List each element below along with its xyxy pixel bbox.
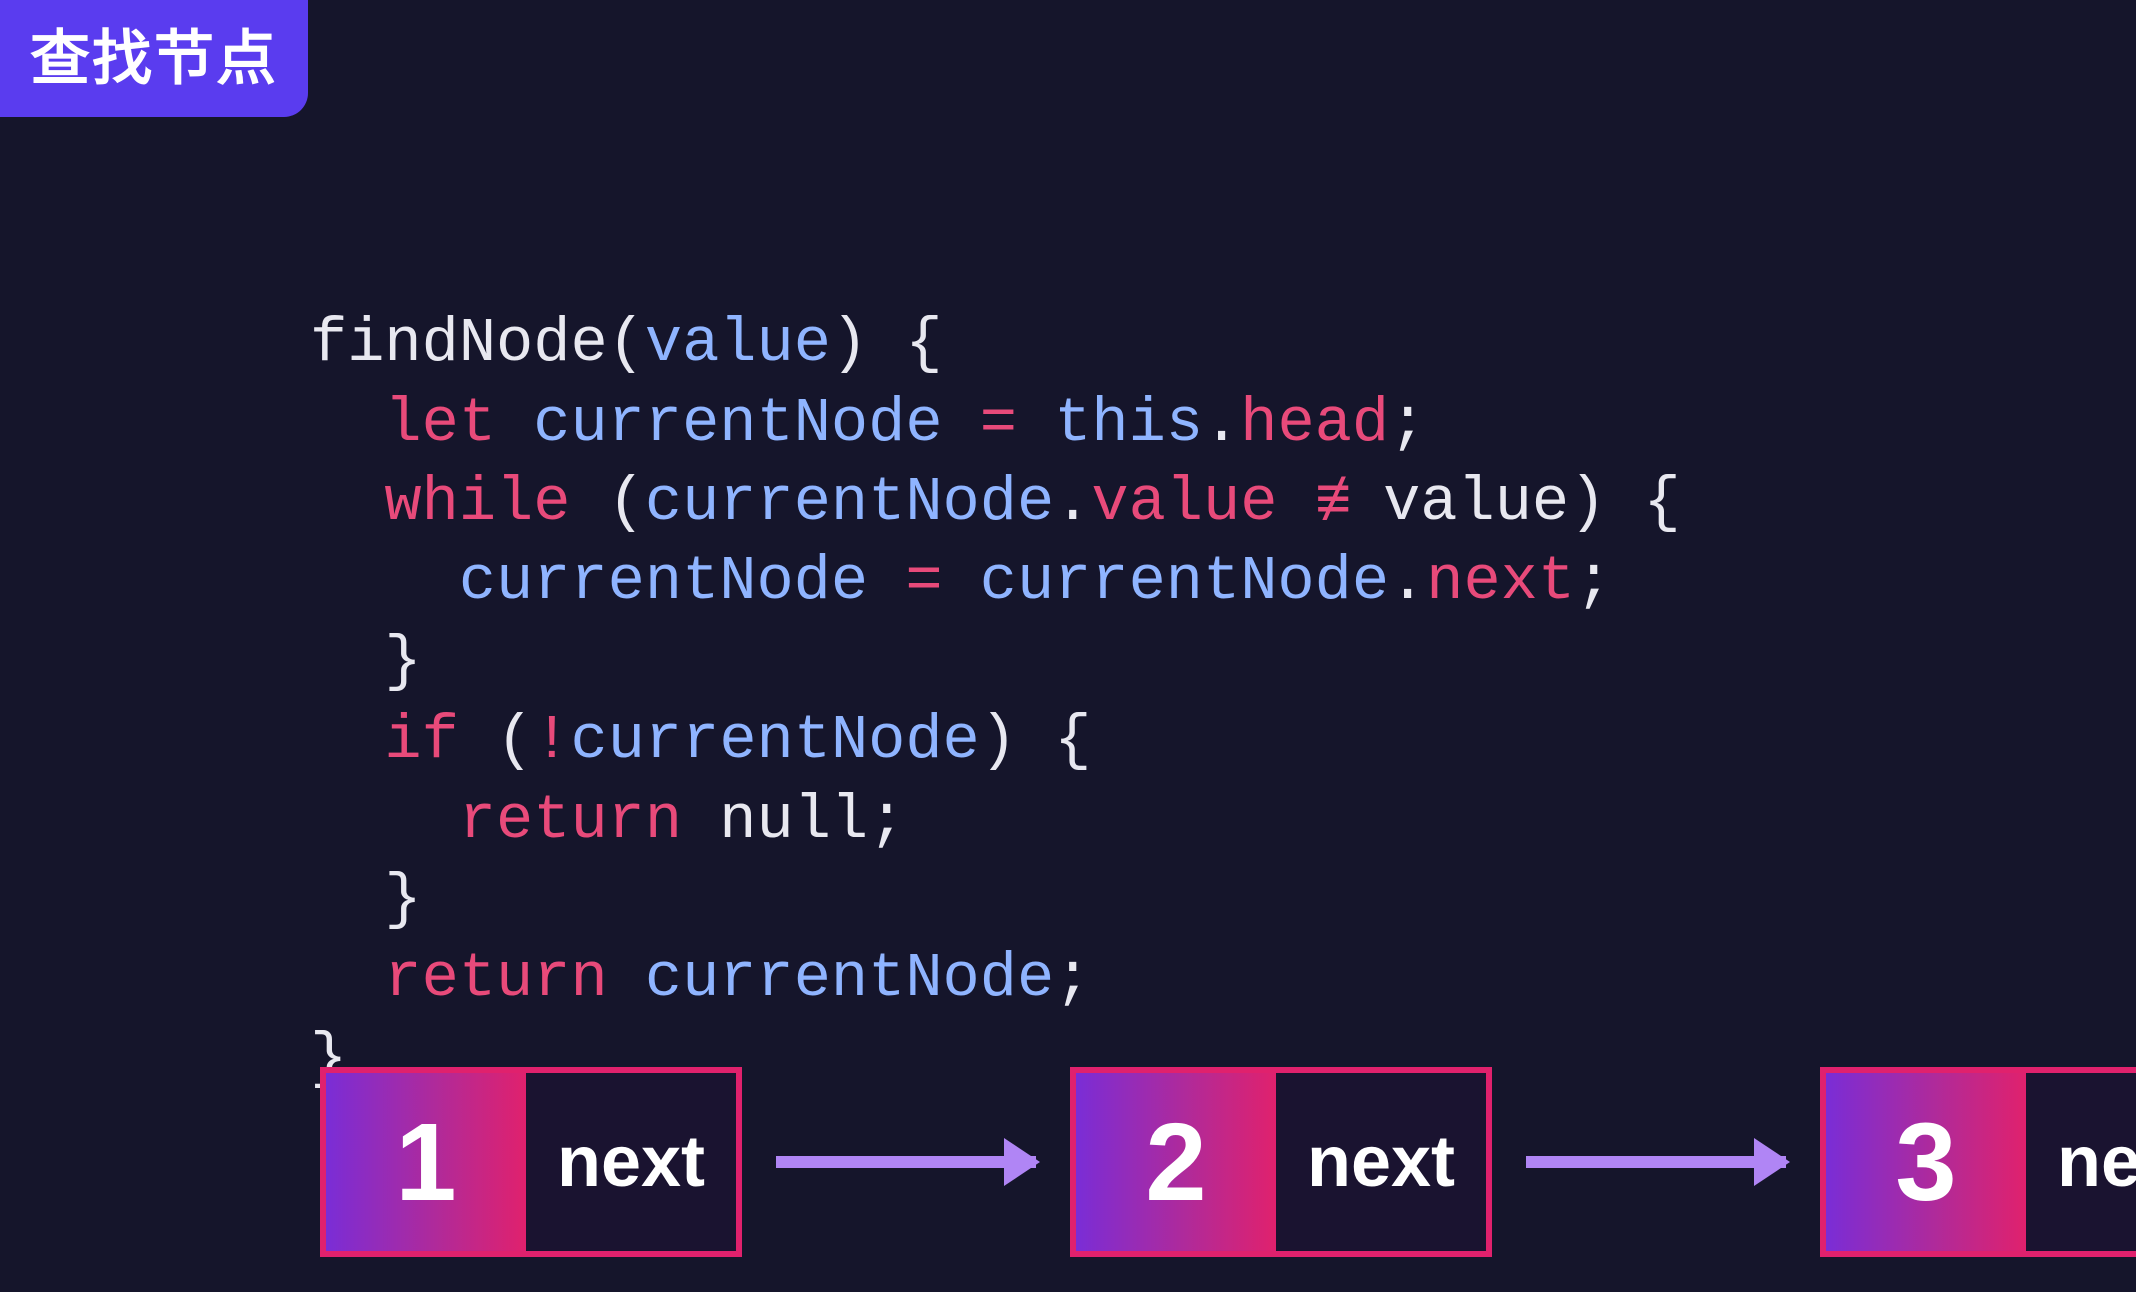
node-next-label: next (2026, 1073, 2136, 1251)
node-next-label: next (1276, 1073, 1486, 1251)
code-semi: ; (1054, 943, 1091, 1014)
list-node: 1 next (320, 1067, 742, 1257)
code-semi: ; (1575, 546, 1612, 617)
code-var: currentNode (533, 388, 942, 459)
node-next-label: next (526, 1073, 736, 1251)
code-punct: ) (980, 705, 1017, 776)
code-punct: ( (608, 467, 645, 538)
list-node: 3 next (1820, 1067, 2136, 1257)
code-op-bang: ! (533, 705, 570, 776)
code-punct: ) (1569, 467, 1606, 538)
code-value-ref: value (1383, 467, 1569, 538)
header-tab: 查找节点 (0, 0, 308, 117)
code-keyword-let: let (384, 388, 496, 459)
code-keyword-return: return (459, 785, 682, 856)
arrow-icon (776, 1156, 1036, 1168)
code-var: currentNode (645, 943, 1054, 1014)
code-null: null (719, 785, 868, 856)
code-prop-next: next (1426, 546, 1575, 617)
code-op-eq: = (905, 546, 942, 617)
code-var: currentNode (571, 705, 980, 776)
code-snippet: findNode(value) { let currentNode = this… (310, 225, 1681, 1098)
code-keyword-if: if (384, 705, 458, 776)
code-semi: ; (868, 785, 905, 856)
code-semi: ; (1389, 388, 1426, 459)
code-fn-name: findNode (310, 308, 608, 379)
header-title: 查找节点 (30, 25, 278, 92)
code-brace: { (1644, 467, 1681, 538)
code-var: currentNode (459, 546, 868, 617)
code-brace: } (384, 626, 421, 697)
code-brace: { (1054, 705, 1091, 776)
code-punct: ( (496, 705, 533, 776)
code-dot: . (1389, 546, 1426, 617)
code-punct: ( (608, 308, 645, 379)
code-keyword-while: while (384, 467, 570, 538)
code-prop-value: value (1091, 467, 1277, 538)
linked-list-diagram: 1 next 2 next 3 next (320, 1067, 2096, 1257)
node-value: 2 (1076, 1073, 1276, 1251)
code-dot: . (1203, 388, 1240, 459)
code-keyword-return: return (384, 943, 607, 1014)
code-op-neq-icon: ≢ (1315, 463, 1346, 542)
code-var: currentNode (645, 467, 1054, 538)
code-dot: . (1054, 467, 1091, 538)
code-param: value (645, 308, 831, 379)
code-punct: ) { (831, 308, 943, 379)
node-value: 1 (326, 1073, 526, 1251)
node-value: 3 (1826, 1073, 2026, 1251)
list-node: 2 next (1070, 1067, 1492, 1257)
code-prop-head: head (1240, 388, 1389, 459)
arrow-icon (1526, 1156, 1786, 1168)
code-brace: } (384, 864, 421, 935)
code-this: this (1054, 388, 1203, 459)
code-var: currentNode (980, 546, 1389, 617)
code-op-eq: = (980, 388, 1017, 459)
